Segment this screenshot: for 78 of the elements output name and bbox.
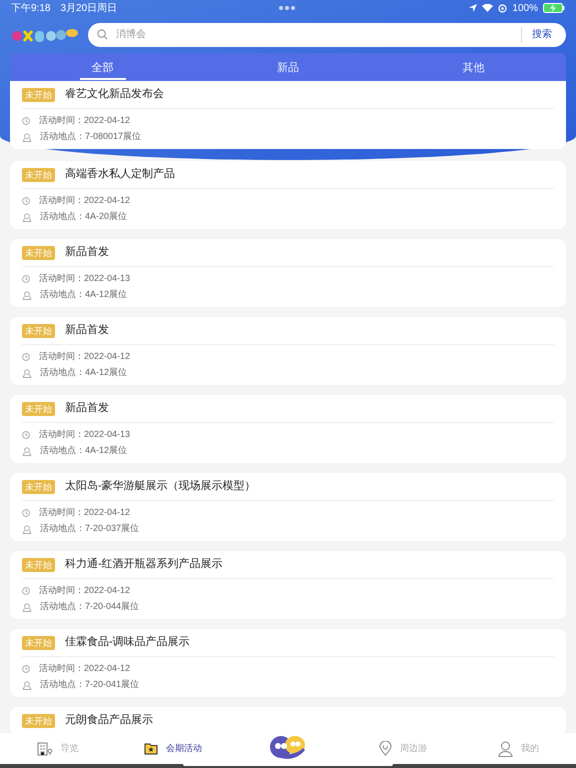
- event-location: 活动地点：4A-12展位: [40, 366, 128, 380]
- event-location: 活动地点：7-20-044展位: [40, 600, 140, 614]
- event-card[interactable]: 未开始 新品首发 活动时间：2022-04-13 活动地点：4A-12展位: [10, 239, 566, 307]
- location-pin-icon: [22, 446, 32, 456]
- event-title: 睿艺文化新品发布会: [65, 86, 164, 102]
- location-pin-icon: [22, 368, 32, 378]
- status-date: 3月20日周日: [60, 2, 118, 16]
- battery-percent: 100%: [512, 2, 538, 16]
- status-badge: 未开始: [22, 168, 55, 182]
- location-pin-icon: [22, 290, 32, 300]
- event-title: 科力通-红酒开瓶器系列产品展示: [65, 556, 223, 572]
- tab[interactable]: 新品: [264, 58, 311, 80]
- rotation-lock-icon: [498, 4, 508, 12]
- event-location: 活动地点：4A-12展位: [40, 288, 128, 302]
- search-icon: [97, 29, 108, 40]
- clock-icon: [22, 509, 30, 517]
- clock-icon: [22, 275, 30, 283]
- event-time: 活动时间：2022-04-13: [39, 272, 130, 286]
- clock-icon: [22, 665, 30, 673]
- location-pin-icon: [22, 212, 32, 222]
- clock-icon: [22, 197, 30, 205]
- multitask-dots-icon: [279, 6, 295, 10]
- map-pin-icon: [379, 741, 392, 756]
- event-location: 活动地点：7-20-037展位: [40, 522, 140, 536]
- location-pin-icon: [22, 524, 32, 534]
- event-title: 高端香水私人定制产品: [65, 166, 175, 182]
- event-time: 活动时间：2022-04-12: [39, 506, 130, 520]
- mascot-logo[interactable]: [269, 734, 307, 761]
- event-card[interactable]: 未开始 高端香水私人定制产品 活动时间：2022-04-12 活动地点：4A-20展位: [10, 161, 566, 229]
- wifi-icon: [482, 4, 494, 12]
- event-title: 新品首发: [65, 322, 109, 338]
- status-badge: 未开始: [22, 324, 55, 338]
- status-badge: 未开始: [22, 402, 55, 416]
- event-card[interactable]: 未开始 太阳岛-豪华游艇展示（现场展示模型） 活动时间：2022-04-12 活动地点：7-20-037展位: [10, 473, 566, 541]
- clock-icon: [22, 353, 30, 361]
- status-badge: 未开始: [22, 636, 55, 650]
- event-title: 元朗食品产品展示: [65, 712, 153, 728]
- status-badge: 未开始: [22, 714, 55, 728]
- location-pin-icon: [22, 680, 32, 690]
- search-field[interactable]: 消博会 搜索: [88, 22, 566, 46]
- event-title: 新品首发: [65, 400, 109, 416]
- folder-star-icon: [144, 742, 158, 755]
- nav-tab[interactable]: 会期活动: [144, 742, 202, 756]
- status-badge: 未开始: [22, 246, 55, 260]
- event-location: 活动地点：7-20-041展位: [40, 678, 140, 692]
- event-time: 活动时间：2022-04-13: [39, 428, 130, 442]
- event-card[interactable]: 未开始 佳霖食品-调味品产品展示 活动时间：2022-04-12 活动地点：7-20-041展位: [10, 629, 566, 697]
- event-time: 活动时间：2022-04-12: [39, 194, 130, 208]
- event-card[interactable]: 未开始 新品首发 活动时间：2022-04-13 活动地点：4A-12展位: [10, 395, 566, 463]
- event-title: 佳霖食品-调味品产品展示: [65, 634, 190, 650]
- search-button[interactable]: 搜索: [522, 27, 562, 42]
- event-time: 活动时间：2022-04-12: [39, 114, 130, 128]
- building-icon: [36, 742, 53, 756]
- clock-icon: [22, 587, 30, 595]
- location-icon: [469, 4, 478, 12]
- event-title: 新品首发: [65, 244, 109, 260]
- clock-icon: [22, 431, 30, 439]
- event-card[interactable]: 未开始 元朗食品产品展示: [10, 707, 566, 733]
- event-location: 活动地点：4A-20展位: [40, 210, 128, 224]
- status-time: 下午9:18: [11, 2, 50, 16]
- event-time: 活动时间：2022-04-12: [39, 662, 130, 676]
- status-badge: 未开始: [22, 480, 55, 494]
- event-location: 活动地点：4A-12展位: [40, 444, 128, 458]
- status-badge: 未开始: [22, 558, 55, 572]
- event-time: 活动时间：2022-04-12: [39, 350, 130, 364]
- location-pin-icon: [22, 602, 32, 612]
- event-time: 活动时间：2022-04-12: [39, 584, 130, 598]
- event-card[interactable]: 未开始 睿艺文化新品发布会 活动时间：2022-04-12 活动地点：7-080017展位: [10, 81, 566, 149]
- location-pin-icon: [22, 132, 32, 142]
- event-card[interactable]: 未开始 新品首发 活动时间：2022-04-12 活动地点：4A-12展位: [10, 317, 566, 385]
- clock-icon: [22, 117, 30, 125]
- event-card[interactable]: 未开始 科力通-红酒开瓶器系列产品展示 活动时间：2022-04-12 活动地点：7-20-044展位: [10, 551, 566, 619]
- event-title: 太阳岛-豪华游艇展示（现场展示模型）: [65, 479, 256, 494]
- event-location: 活动地点：7-080017展位: [40, 130, 142, 144]
- person-icon: [498, 740, 513, 756]
- battery-icon: [543, 3, 565, 13]
- tab[interactable]: 其他: [450, 58, 496, 80]
- status-badge: 未开始: [22, 88, 55, 102]
